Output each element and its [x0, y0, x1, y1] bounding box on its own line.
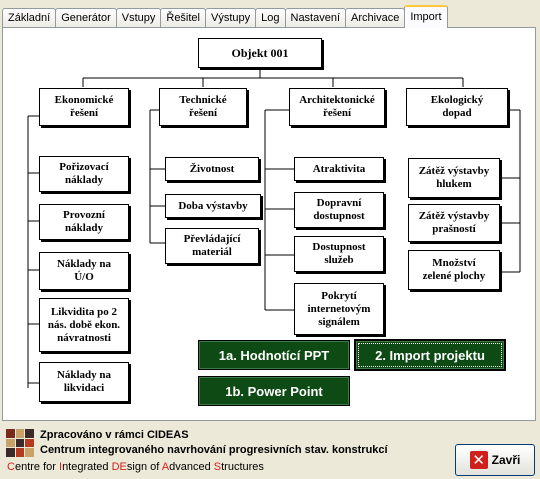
category-economic: Ekonomické řešení — [39, 88, 129, 126]
item-dopravni-dostupnost: Dopravní dostupnost — [294, 192, 384, 228]
footer-line1: Zpracováno v rámci CIDEAS — [40, 429, 189, 441]
item-prevladajici-material: Převládající materiál — [165, 228, 259, 264]
tab-vstupy[interactable]: Vstupy — [115, 8, 162, 28]
item-atraktivita: Atraktivita — [294, 157, 384, 181]
item-naklady-uo: Náklady na Ú/O — [39, 252, 129, 290]
tab-generator[interactable]: Generátor — [55, 8, 117, 28]
close-button-label: Zavři — [491, 453, 521, 467]
category-technical: Technické řešení — [159, 88, 247, 126]
diagram-root-box: Objekt 001 — [198, 38, 322, 68]
close-button[interactable]: ✕ Zavři — [455, 444, 535, 476]
footer-line3: Centre for Integrated DEsign of Advanced… — [7, 461, 264, 473]
item-pokryti-internetem: Pokrytí internetovým signálem — [294, 283, 384, 335]
tab-import[interactable]: Import — [404, 5, 448, 28]
tab-zakladni[interactable]: Základní — [2, 8, 57, 28]
item-porizovaci-naklady: Pořizovací náklady — [39, 156, 129, 192]
footer-line2: Centrum integrovaného navrhování progres… — [40, 444, 388, 456]
hodnotici-ppt-button[interactable]: 1a. Hodnotící PPT — [198, 340, 350, 370]
item-mnozstvi-zelene: Množství zelené plochy — [408, 250, 500, 290]
close-icon: ✕ — [469, 451, 488, 469]
tab-vystupy[interactable]: Výstupy — [205, 8, 257, 28]
item-likvidita: Likvidita po 2 nás. době ekon. návratnos… — [39, 298, 129, 352]
item-zatez-hlukem: Zátěž výstavby hlukem — [408, 158, 500, 198]
tab-nastaveni[interactable]: Nastavení — [284, 8, 347, 28]
power-point-button[interactable]: 1b. Power Point — [198, 376, 350, 406]
item-naklady-likvidaci: Náklady na likvidaci — [39, 362, 129, 402]
item-zatez-prasnosti: Zátěž výstavby prašností — [408, 204, 500, 242]
item-provozni-naklady: Provozní náklady — [39, 204, 129, 240]
tab-bar: Základní Generátor Vstupy Řešitel Výstup… — [2, 5, 448, 28]
item-doba-vystavby: Doba výstavby — [165, 194, 261, 218]
item-dostupnost-sluzeb: Dostupnost služeb — [294, 236, 384, 272]
cideas-logo-icon — [6, 429, 34, 457]
footer-line3-text: Centre for Integrated DEsign of Advanced… — [7, 461, 264, 473]
import-projektu-button[interactable]: 2. Import projektu — [355, 340, 505, 370]
tab-log[interactable]: Log — [255, 8, 286, 28]
tab-archivace[interactable]: Archivace — [345, 8, 406, 28]
import-panel: Objekt 001 Ekonomické řešení Technické ř… — [2, 27, 536, 421]
category-ecological: Ekologický dopad — [406, 88, 508, 126]
tab-resitel[interactable]: Řešitel — [160, 8, 206, 28]
item-zivotnost: Životnost — [165, 157, 259, 181]
category-architectural: Architektonické řešení — [289, 88, 385, 126]
